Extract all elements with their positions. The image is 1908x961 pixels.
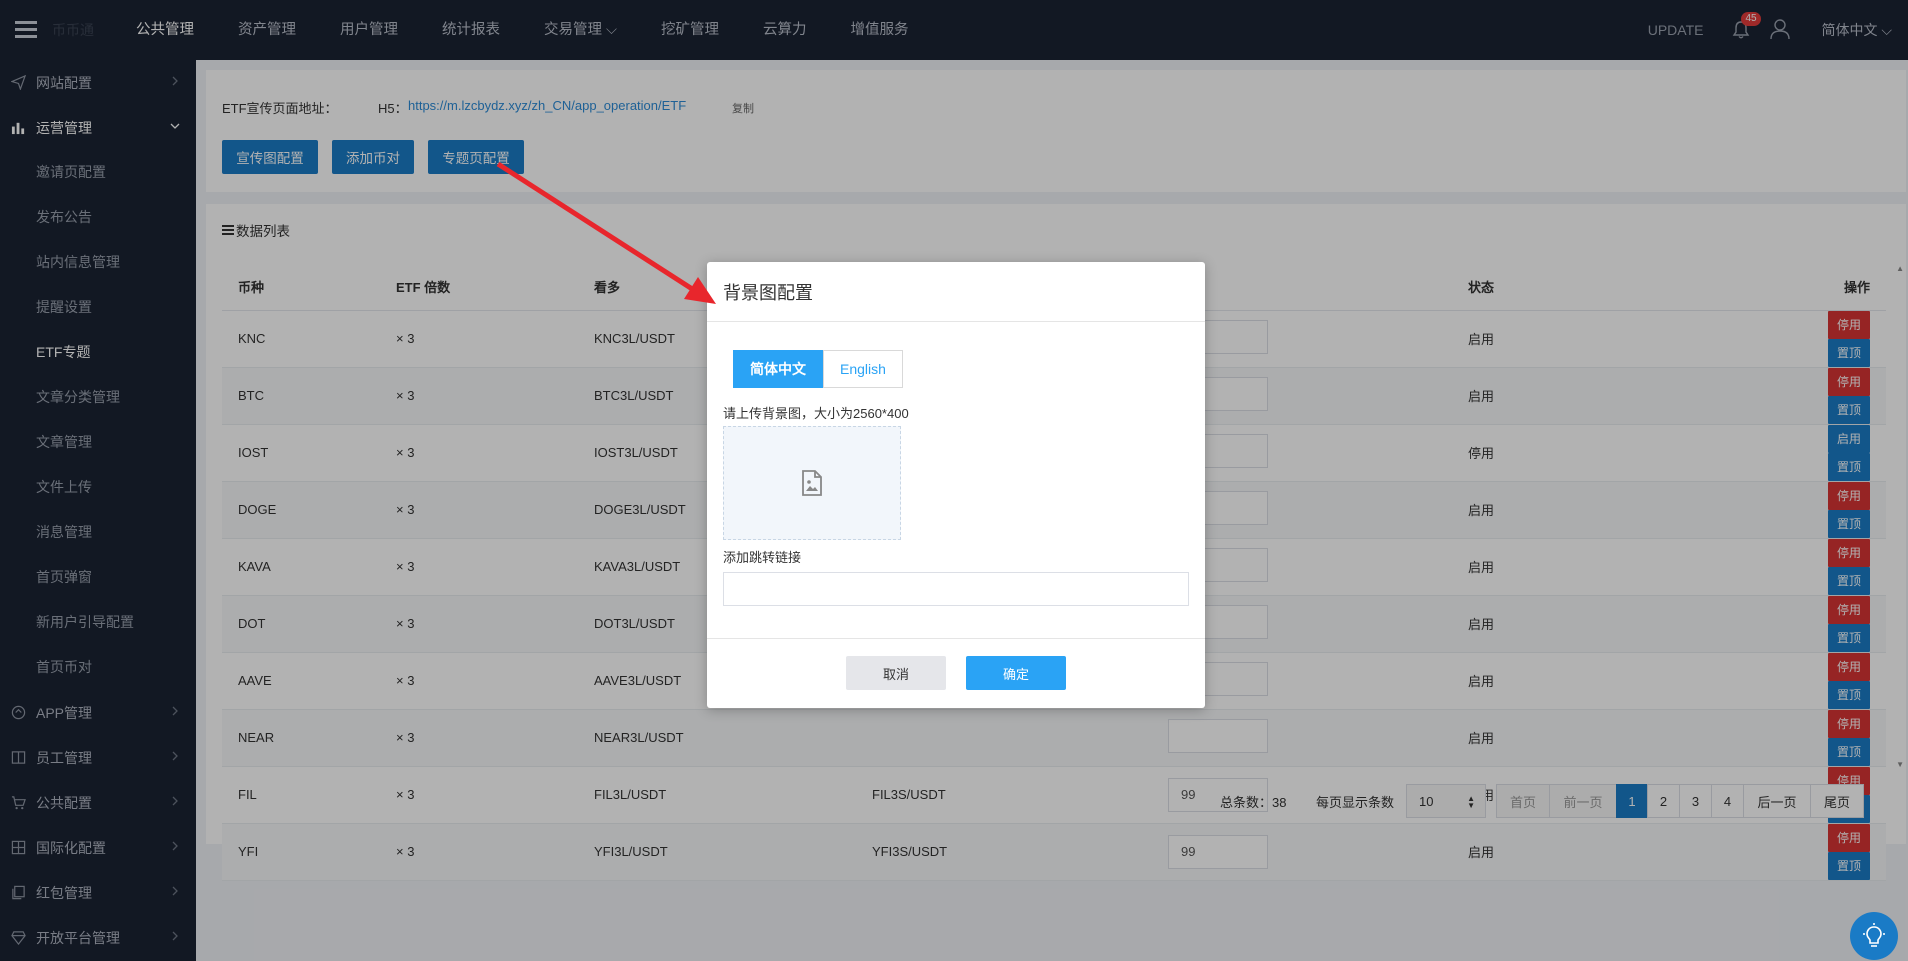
tab-zh[interactable]: 简体中文 <box>733 350 823 388</box>
image-file-icon <box>802 470 822 496</box>
redirect-link-label: 添加跳转链接 <box>723 550 802 565</box>
tab-en[interactable]: English <box>823 350 903 388</box>
confirm-button[interactable]: 确定 <box>966 656 1066 690</box>
image-upload-area[interactable] <box>723 426 901 540</box>
background-config-dialog: 背景图配置 简体中文 English 请上传背景图，大小为2560*400 添加… <box>707 262 1205 708</box>
language-tabs: 简体中文 English <box>733 350 903 388</box>
dialog-footer: 取消 确定 <box>707 638 1205 708</box>
cancel-button[interactable]: 取消 <box>846 656 946 690</box>
dialog-title: 背景图配置 <box>707 262 1205 322</box>
redirect-link-input[interactable] <box>723 572 1189 606</box>
upload-hint: 请上传背景图，大小为2560*400 <box>723 406 909 421</box>
help-bulb-icon[interactable] <box>1850 912 1898 960</box>
